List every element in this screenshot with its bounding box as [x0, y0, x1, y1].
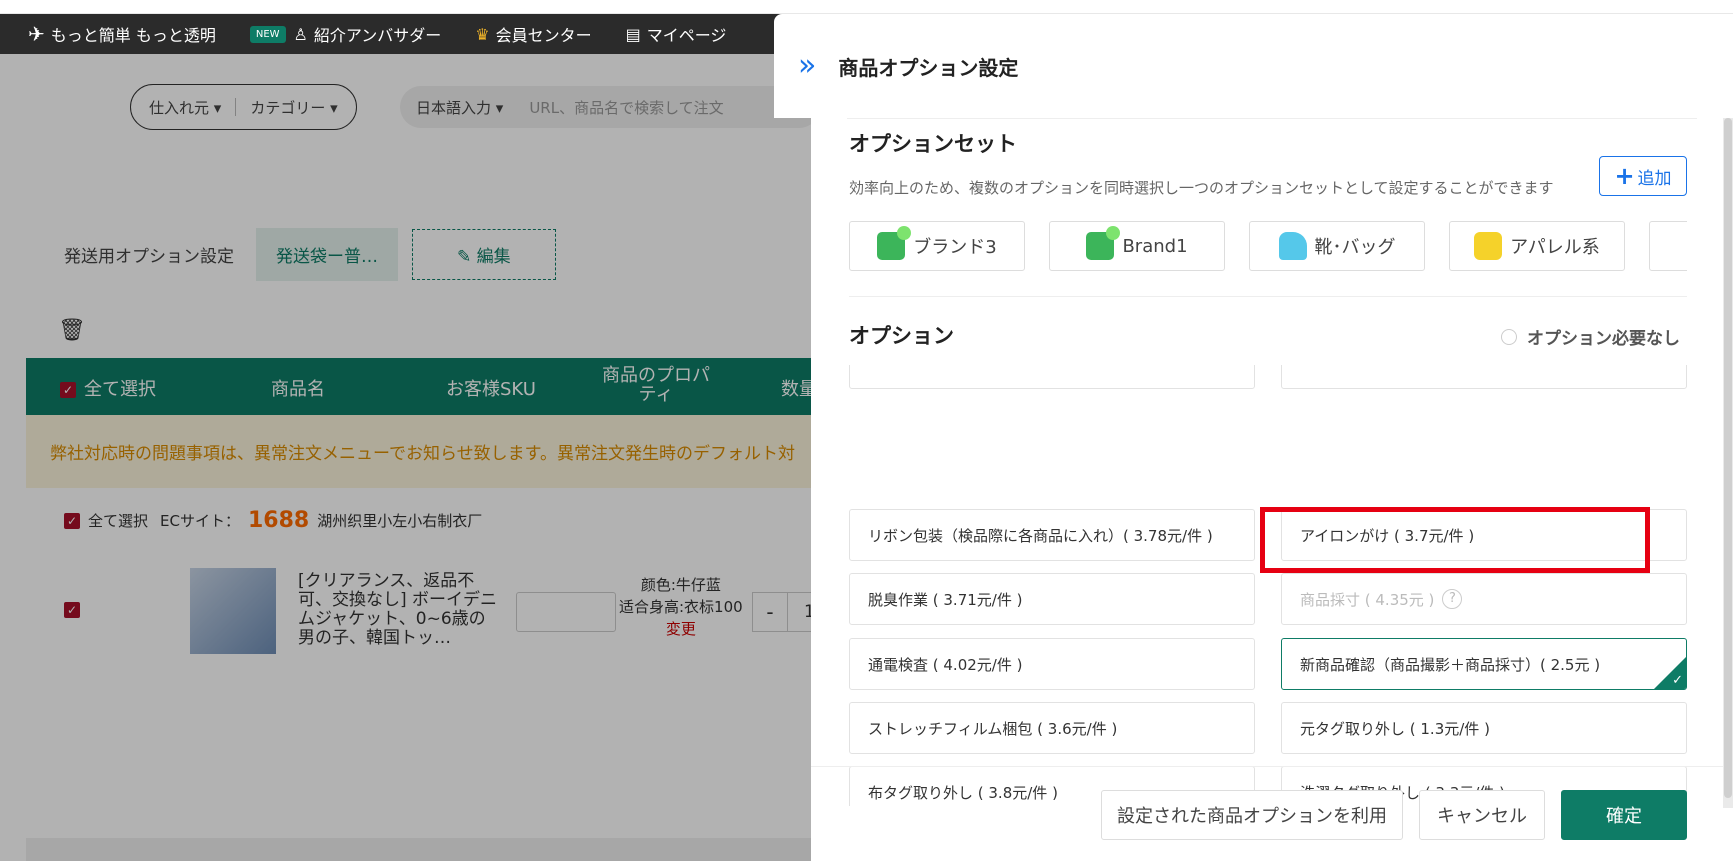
option-card[interactable] — [1281, 365, 1687, 389]
confirm-button[interactable]: 確定 — [1561, 790, 1687, 840]
browser-bookmark-strip — [0, 0, 1733, 14]
check-icon: ✓ — [1672, 673, 1683, 688]
option-set-card[interactable]: 靴･バッグ — [1249, 221, 1425, 271]
shirt-icon — [1474, 232, 1503, 260]
nav-mypage[interactable]: ▤ マイページ — [626, 22, 727, 46]
nav-ambassador[interactable]: NEW ♙ 紹介アンバサダー — [249, 22, 442, 46]
option-set-card[interactable]: Brand1 — [1049, 221, 1225, 271]
option-list: リボン包装（検品際に各商品に入れ）( 3.78元/件 ) アイロンがけ ( 3.… — [849, 365, 1711, 806]
option-set-list: ブランド3 Brand1 靴･バッグ アパレル系 — [849, 221, 1687, 271]
option-card[interactable]: 通電検査 ( 4.02元/件 ) — [849, 638, 1255, 690]
shoe-icon — [1278, 232, 1307, 260]
plus-icon: + — [1614, 162, 1635, 190]
green-box-icon — [1086, 226, 1121, 260]
option-set-title: オプションセット — [849, 132, 1017, 156]
option-title: オプション — [849, 324, 954, 348]
nav-ambassador-label: 紹介アンバサダー — [313, 26, 442, 45]
divider — [811, 766, 1733, 767]
nav-mypage-label: マイページ — [646, 26, 727, 45]
highlight-annotation — [1260, 507, 1650, 573]
option-card[interactable] — [849, 365, 1255, 389]
use-saved-options-button[interactable]: 設定された商品オプションを利用 — [1101, 790, 1403, 840]
option-card-selected[interactable]: 新商品確認（商品撮影＋商品採寸）( 2.5元 ) ✓ — [1281, 638, 1687, 690]
collapse-chevron-icon[interactable]: » — [798, 51, 816, 81]
option-card[interactable]: リボン包装（検品際に各商品に入れ）( 3.78元/件 ) — [849, 509, 1255, 561]
nav-member-center[interactable]: ♛ 会員センター — [475, 22, 591, 46]
option-set-desc: 効率向上のため、複数のオプションを同時選択し一つのオプションセットとして設定する… — [849, 179, 1554, 197]
radio-icon — [1501, 328, 1517, 345]
divider — [847, 118, 1697, 119]
no-option-radio[interactable]: オプション必要なし — [1501, 324, 1680, 349]
drawer-scrollbar[interactable] — [1723, 118, 1733, 808]
option-card[interactable]: 元タグ取り外し ( 1.3元/件 ) — [1281, 702, 1687, 754]
option-card[interactable]: ストレッチフィルム梱包 ( 3.6元/件 ) — [849, 702, 1255, 754]
option-set-card[interactable] — [1649, 221, 1687, 271]
option-set-card[interactable]: アパレル系 — [1449, 221, 1625, 271]
nav-member-center-label: 会員センター — [495, 26, 592, 45]
add-option-set-button[interactable]: + 追加 — [1599, 156, 1687, 196]
logo-icon: ✈ — [28, 22, 45, 46]
option-card[interactable]: 脱臭作業 ( 3.71元/件 ) — [849, 573, 1255, 625]
cancel-button[interactable]: キャンセル — [1419, 790, 1545, 840]
drawer-footer: 設定された商品オプションを利用 キャンセル 確定 — [811, 790, 1733, 842]
green-box-icon — [877, 226, 912, 260]
divider — [849, 296, 1687, 297]
option-card-disabled: 商品採寸 ( 4.35元 )? — [1281, 573, 1687, 625]
scrollbar-thumb[interactable] — [1724, 118, 1732, 798]
help-icon[interactable]: ? — [1442, 589, 1463, 609]
option-set-card[interactable]: ブランド3 — [849, 221, 1025, 271]
mypage-icon: ▤ — [625, 24, 641, 44]
drawer-header: » 商品オプション設定 — [774, 14, 1733, 118]
option-drawer: オプションセット 効率向上のため、複数のオプションを同時選択し一つのオプションセ… — [811, 118, 1733, 861]
site-logo[interactable]: ✈ もっと簡単 もっと透明 — [28, 22, 216, 46]
person-icon: ♙ — [293, 24, 308, 44]
new-badge: NEW — [249, 25, 286, 43]
logo-text: もっと簡単 もっと透明 — [50, 26, 216, 45]
drawer-title: 商品オプション設定 — [838, 55, 1019, 80]
crown-icon: ♛ — [475, 24, 490, 44]
